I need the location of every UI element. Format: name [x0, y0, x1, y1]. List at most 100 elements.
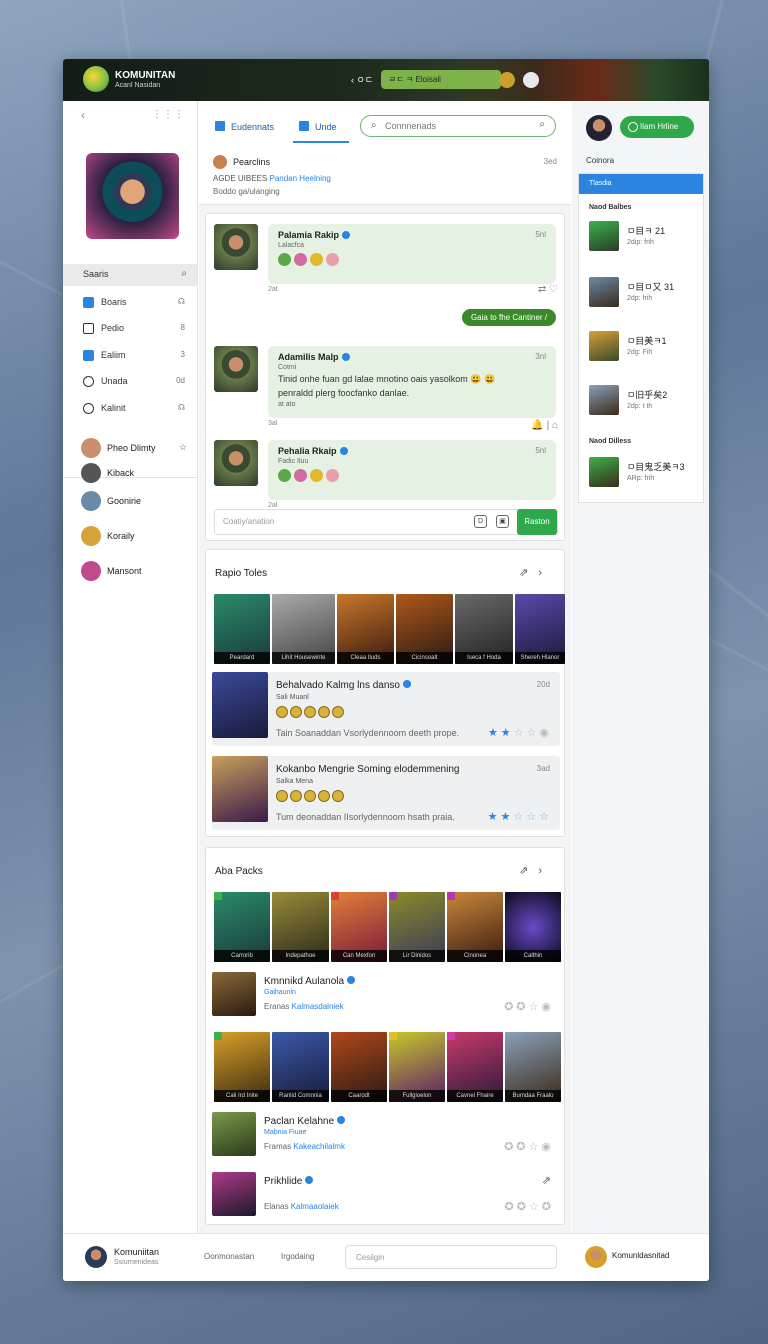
- reaction-icon[interactable]: [310, 469, 323, 482]
- sidebar-item-boaris[interactable]: Boaris ☊: [63, 291, 197, 317]
- reaction-icon[interactable]: [310, 253, 323, 266]
- user-item[interactable]: Kiback: [81, 463, 195, 487]
- image-icon[interactable]: ▣: [496, 515, 509, 528]
- top-search-field[interactable]: ㄹㄷ ㅋ Eloisali: [381, 70, 501, 89]
- post-author[interactable]: Pearclins: [233, 157, 270, 167]
- section-title: Naod Balbes: [589, 204, 632, 211]
- suggestion-item[interactable]: ㅁ目美ㅋ1 2dg: Fih: [589, 331, 699, 365]
- app-logo[interactable]: [83, 66, 109, 92]
- item-link[interactable]: Kakeachilalmk: [293, 1142, 345, 1151]
- game-thumbnail[interactable]: Bumdaa Fraalo: [505, 1032, 561, 1102]
- game-thumbnail[interactable]: Indepathoe: [272, 892, 329, 962]
- footer-input[interactable]: Cesilgin: [345, 1245, 557, 1269]
- sidebar-item-pedio[interactable]: Pedio 8: [63, 317, 197, 343]
- avatar[interactable]: [85, 1246, 107, 1268]
- list-item[interactable]: Kmnnikd Aulanola Gaihaunin Eranas Kalmas…: [212, 972, 560, 1020]
- card-actions[interactable]: ⇗›: [519, 566, 552, 579]
- message-author[interactable]: Palamia Rakip: [278, 230, 339, 240]
- chevron-left-icon[interactable]: ‹: [81, 108, 85, 122]
- post-link[interactable]: Pandan Heelning: [269, 174, 330, 183]
- main-search-input[interactable]: ⌕ Connnenads ⌕: [360, 115, 556, 137]
- grid-menu-icon[interactable]: ⋮⋮⋮: [152, 109, 185, 120]
- share-icon[interactable]: ⇗: [542, 1174, 554, 1187]
- tab-eudennats[interactable]: Eudennats: [215, 119, 274, 143]
- rating-stars[interactable]: ★★☆☆◉: [488, 726, 552, 739]
- tab-unde[interactable]: Unde: [293, 119, 349, 143]
- avatar[interactable]: [214, 440, 258, 486]
- list-item[interactable]: Prikhlide Elanas Kalmaaolaiek ⇗ ✪✪☆✪: [212, 1172, 560, 1220]
- footer-right-name[interactable]: Komunldasnitad: [612, 1251, 669, 1260]
- trophy-icon[interactable]: [499, 72, 515, 88]
- panel-header[interactable]: Tlasdia: [579, 174, 703, 194]
- message-author[interactable]: Adamilis Malp: [278, 352, 339, 362]
- avatar[interactable]: [214, 346, 258, 392]
- game-thumbnail[interactable]: Caarodt: [331, 1032, 387, 1102]
- sidebar-item-kalinit[interactable]: Kalinit ☊: [63, 397, 197, 423]
- user-item[interactable]: Pheo Dlimty ☆: [81, 438, 195, 462]
- footer-link[interactable]: Oonmonastan: [204, 1252, 254, 1261]
- avatar[interactable]: [214, 224, 258, 270]
- list-item[interactable]: Behalvado Kalmg lns danso Sali Muanl Tai…: [212, 672, 560, 746]
- sidebar-search[interactable]: Saaris ⌕: [63, 264, 197, 286]
- game-thumbnail[interactable]: Carrorib: [214, 892, 270, 962]
- star-icon[interactable]: ☆: [179, 442, 187, 453]
- badge: [389, 1032, 397, 1040]
- item-link[interactable]: Kalmasdalniek: [292, 1002, 344, 1011]
- game-thumbnail[interactable]: Ranlid Comnnia: [272, 1032, 329, 1102]
- game-thumbnail[interactable]: Cali Ird Inite: [214, 1032, 270, 1102]
- list-item[interactable]: Kokanbo Mengrie Soming elodemmening Salk…: [212, 756, 560, 830]
- search-icon[interactable]: ⌕: [539, 119, 545, 130]
- back-button[interactable]: ‹ ㅇㄷ: [351, 73, 373, 86]
- follow-button[interactable]: Ilam Hrline: [620, 116, 694, 138]
- game-thumbnail[interactable]: Cavnel Fhaire: [447, 1032, 503, 1102]
- suggestion-item[interactable]: ㅁ目ㅋ 21 2dip: frih: [589, 221, 699, 255]
- attach-icon[interactable]: D: [474, 515, 487, 528]
- user-item[interactable]: Mansont: [81, 561, 195, 585]
- send-button[interactable]: Raston: [517, 509, 557, 535]
- profile-icon[interactable]: [523, 72, 539, 88]
- reaction-icon[interactable]: [294, 253, 307, 266]
- reaction-icon[interactable]: [326, 469, 339, 482]
- game-thumbnail[interactable]: Shereh Hlanor: [515, 594, 565, 664]
- reaction-icon[interactable]: [294, 469, 307, 482]
- reaction-icon[interactable]: [326, 253, 339, 266]
- reaction-icon[interactable]: [278, 253, 291, 266]
- item-link[interactable]: Kalmaaolaiek: [291, 1202, 339, 1211]
- suggestion-item[interactable]: ㅁ目鬼乏美ㅋ3 ARp: frih: [589, 457, 699, 491]
- game-thumbnail[interactable]: Lir Dinidos: [389, 892, 445, 962]
- continue-button[interactable]: Gaia to fhe Cantiner /: [461, 309, 556, 326]
- suggestion-item[interactable]: ㅁ目ㅁ又 31 2dp: frih: [589, 277, 699, 311]
- game-thumbnail[interactable]: Iseca f Hoda: [455, 594, 513, 664]
- avatar[interactable]: [213, 155, 227, 169]
- sidebar-item-ealiim[interactable]: Ealiim 3: [63, 344, 197, 370]
- message-actions[interactable]: 🔔 | ⌂: [531, 420, 558, 431]
- message-actions[interactable]: ⇄ ♡: [538, 284, 558, 295]
- list-item[interactable]: Paclan Kelahne Mabnia Fiuae Framas Kakea…: [212, 1112, 560, 1160]
- game-thumbnail[interactable]: Peardard: [214, 594, 270, 664]
- user-item[interactable]: Goonirie: [81, 491, 195, 515]
- sidebar-item-unada[interactable]: Unada 0d: [63, 370, 197, 396]
- user-item[interactable]: Koraily: [81, 526, 195, 550]
- rating-icons[interactable]: ✪✪☆◉: [504, 1000, 554, 1013]
- game-thumbnail[interactable]: Cleaa Iluds: [337, 594, 394, 664]
- card-actions[interactable]: ⇗›: [519, 864, 552, 877]
- game-thumbnail[interactable]: Cinonea: [447, 892, 503, 962]
- message-composer[interactable]: Coatiy/anation D ▣ Raston: [214, 509, 558, 535]
- avatar[interactable]: [585, 1246, 607, 1268]
- game-thumbnail[interactable]: Fullgioelon: [389, 1032, 445, 1102]
- reaction-icon[interactable]: [278, 469, 291, 482]
- profile-avatar[interactable]: [86, 153, 179, 239]
- rating-stars[interactable]: ★★☆☆☆: [488, 810, 552, 823]
- suggestion-item[interactable]: ㅁ旧乎矣2 2dp: t th: [589, 385, 699, 419]
- item-thumbnail: [212, 1112, 256, 1156]
- game-thumbnail[interactable]: Cicinsoalt: [396, 594, 453, 664]
- game-thumbnail[interactable]: Calthin: [505, 892, 561, 962]
- game-thumbnail[interactable]: Lihit Housewinte: [272, 594, 335, 664]
- footer-link[interactable]: Irgodaing: [281, 1252, 314, 1261]
- rating-icons[interactable]: ✪✪☆✪: [504, 1200, 554, 1213]
- rating-icons[interactable]: ✪✪☆◉: [504, 1140, 554, 1153]
- search-icon[interactable]: ⌕: [181, 268, 187, 279]
- avatar[interactable]: [586, 115, 612, 141]
- game-thumbnail[interactable]: Can Mexfon: [331, 892, 387, 962]
- message-author[interactable]: Pehalia Rkaip: [278, 446, 337, 456]
